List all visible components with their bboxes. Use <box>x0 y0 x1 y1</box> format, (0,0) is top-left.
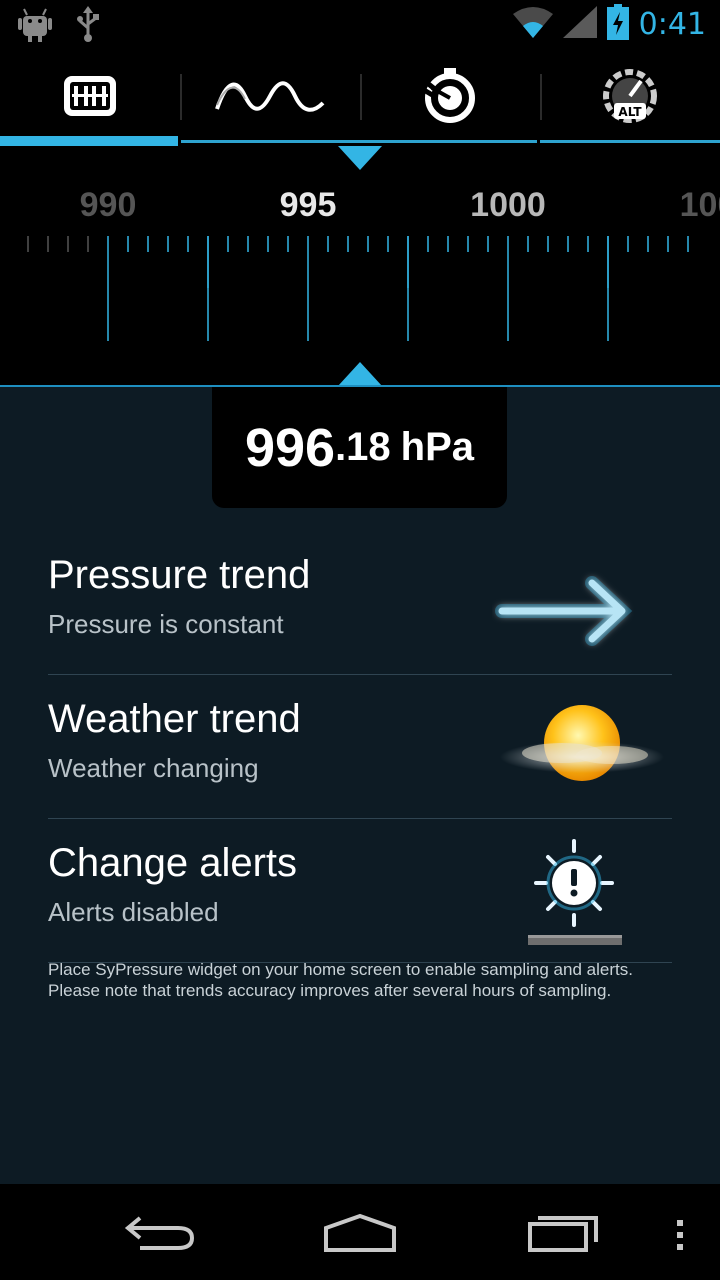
item-title: Pressure trend <box>48 553 311 597</box>
item-subtitle: Weather changing <box>48 753 259 783</box>
pressure-unit: hPa <box>400 425 475 469</box>
tab-timer[interactable] <box>360 50 540 146</box>
sun-cloud-icon <box>492 695 672 805</box>
svg-text:ALT: ALT <box>618 105 642 119</box>
wifi-icon <box>512 6 553 43</box>
pressure-readout: 996.18 hPa <box>212 387 507 508</box>
altitude-gauge-icon: ALT <box>601 67 659 130</box>
status-bar: 0:41 <box>0 0 720 50</box>
home-icon <box>320 1213 400 1262</box>
signal-icon <box>562 6 597 43</box>
scale-label: 1000 <box>470 186 546 224</box>
pressure-scale[interactable]: 990 995 1000 100 <box>0 146 720 386</box>
arrow-right-icon <box>492 551 672 661</box>
battery-charging-icon <box>606 4 629 45</box>
tab-altitude[interactable]: ALT <box>540 50 720 146</box>
scale-label: 100 <box>680 186 720 224</box>
overflow-menu-button[interactable] <box>660 1208 700 1258</box>
navigation-bar <box>0 1184 720 1280</box>
item-subtitle: Alerts disabled <box>48 897 219 927</box>
list-item-weather-trend[interactable]: Weather trend Weather changing <box>48 675 672 819</box>
scale-pointer-bottom <box>338 362 382 386</box>
main-panel: 996.18 hPa Pressure trend Pressure is con… <box>0 387 720 1184</box>
item-title: Weather trend <box>48 697 301 741</box>
tab-active-indicator <box>0 136 178 146</box>
android-debug-icon <box>18 6 52 47</box>
stopwatch-icon <box>422 67 478 129</box>
wave-graph-icon <box>215 79 325 118</box>
list-item-pressure-trend[interactable]: Pressure trend Pressure is constant <box>48 531 672 675</box>
recent-apps-icon <box>524 1216 604 1262</box>
barometer-gauge-icon <box>62 74 118 123</box>
tab-bar: ALT <box>0 50 720 146</box>
tab-barometer[interactable] <box>0 50 180 146</box>
recent-apps-button[interactable] <box>524 1208 604 1258</box>
alert-sun-icon <box>492 839 672 949</box>
back-button[interactable] <box>120 1208 200 1258</box>
pressure-integer: 996 <box>244 417 336 478</box>
overflow-menu-icon <box>660 1220 700 1262</box>
pressure-decimal: .18 <box>335 425 391 469</box>
home-button[interactable] <box>320 1208 400 1258</box>
clock: 0:41 <box>638 7 706 42</box>
scale-label: 990 <box>80 186 137 224</box>
scale-label: 995 <box>280 186 337 224</box>
usb-icon <box>76 6 100 47</box>
item-subtitle: Pressure is constant <box>48 609 284 639</box>
scale-pointer-top <box>338 146 382 170</box>
widget-hint-text: Place SyPressure widget on your home scr… <box>48 960 633 1000</box>
item-title: Change alerts <box>48 841 298 885</box>
back-icon <box>120 1216 200 1262</box>
tab-graph[interactable] <box>180 50 360 146</box>
list-item-change-alerts[interactable]: Change alerts Alerts disabled <box>48 819 672 963</box>
